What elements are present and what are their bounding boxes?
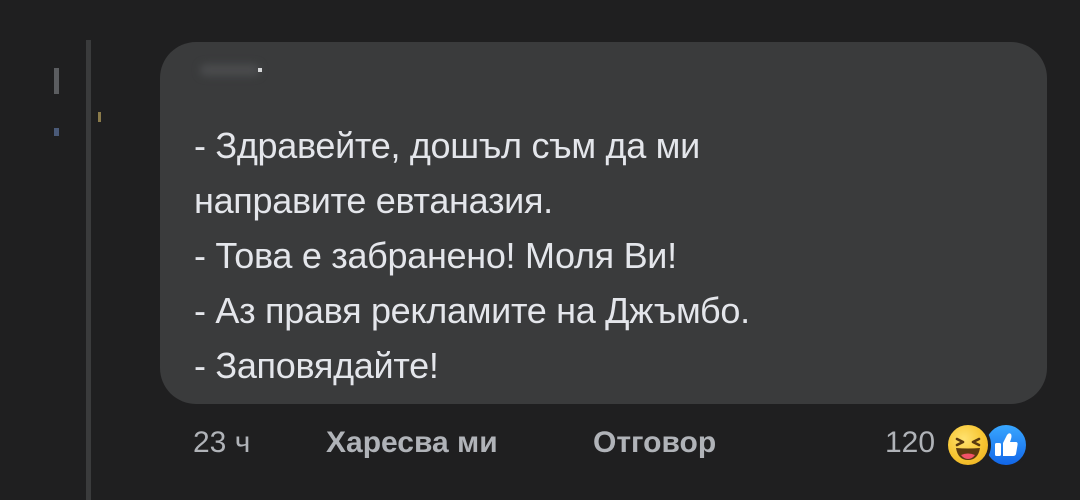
thread-indicator (98, 112, 101, 122)
author-name-redacted (200, 64, 260, 76)
comment-text: - Здравейте, дошъл съм да ми направите е… (194, 118, 750, 393)
haha-icon (945, 422, 992, 468)
reaction-count: 120 (885, 426, 936, 459)
timestamp[interactable]: 23 ч (193, 418, 250, 468)
thread-indicator (54, 68, 59, 94)
comment-line: - Това е забранено! Моля Ви! (194, 235, 677, 276)
comment-actions: 23 ч Харесва ми Отговор 120 (0, 418, 1080, 468)
author-name-fragment (258, 68, 262, 72)
reaction-summary[interactable]: 120 (885, 418, 1033, 468)
like-button[interactable]: Харесва ми (326, 418, 498, 468)
comment-line: - Здравейте, дошъл съм да ми (194, 125, 700, 166)
comment-line: - Заповядайте! (194, 345, 439, 386)
reaction-icons (945, 420, 1033, 468)
comment-bubble: - Здравейте, дошъл съм да ми направите е… (160, 42, 1047, 404)
comment-line: - Аз правя рекламите на Джъмбо. (194, 290, 750, 331)
comment-line: направите евтаназия. (194, 180, 553, 221)
thread-indicator (54, 128, 59, 136)
reply-button[interactable]: Отговор (593, 418, 716, 468)
